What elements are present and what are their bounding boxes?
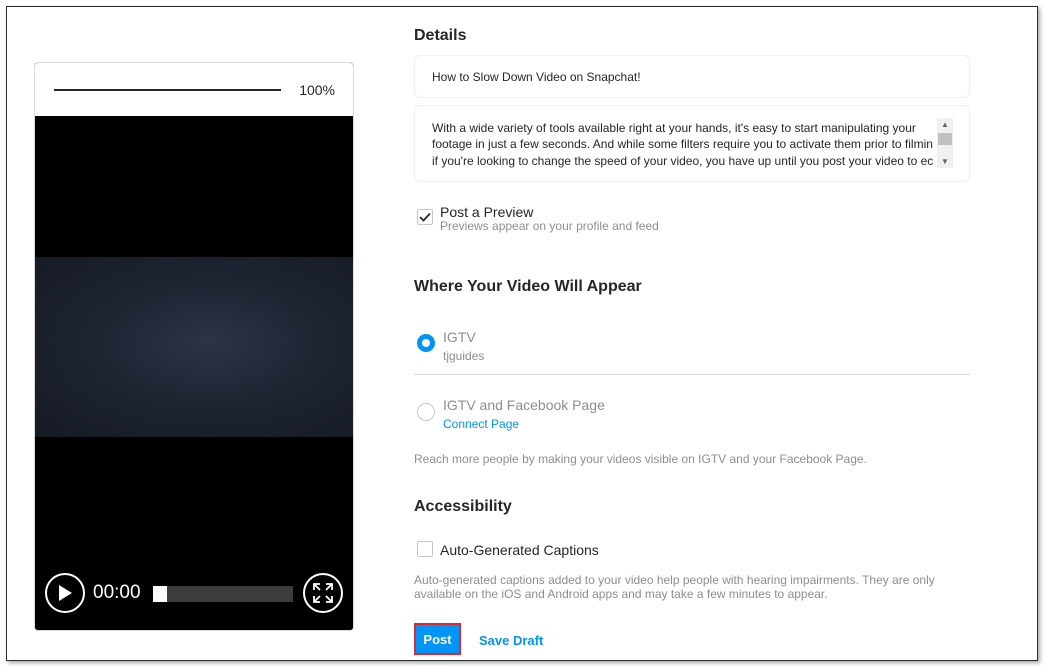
title-input[interactable] [414,55,970,98]
playback-scrubber[interactable] [153,586,293,602]
scroll-up-icon[interactable]: ▲ [937,118,953,131]
captions-note: Auto-generated captions added to your vi… [414,573,935,601]
video-controls: 00:00 [35,572,353,630]
captions-label: Auto-Generated Captions [440,542,599,558]
option-igtv-facebook-label: IGTV and Facebook Page [443,397,605,413]
description-scrollbar[interactable]: ▲ ▼ [937,118,953,168]
accessibility-heading: Accessibility [414,498,512,515]
post-preview-label: Post a Preview [440,204,534,220]
where-note: Reach more people by making your videos … [414,452,867,466]
post-preview-sublabel: Previews appear on your profile and feed [440,219,659,233]
scroll-down-icon[interactable]: ▼ [937,155,953,168]
upload-percent: 100% [299,82,335,98]
post-button[interactable]: Post [414,623,461,655]
radio-igtv[interactable] [417,334,435,352]
post-preview-checkbox[interactable] [417,209,433,225]
description-textarea[interactable]: With a wide variety of tools available r… [414,105,970,182]
checkmark-icon [419,212,431,222]
details-heading: Details [414,27,467,44]
post-button-label: Post [423,631,452,647]
upload-progress-fill [54,89,281,91]
divider [414,374,970,375]
description-line: if you're looking to change the speed of… [432,153,934,168]
fullscreen-button[interactable] [303,573,343,613]
upload-progress-track [54,89,281,91]
radio-igtv-facebook[interactable] [417,403,435,421]
connect-page-link[interactable]: Connect Page [443,417,519,431]
fullscreen-icon [313,583,333,603]
upload-progress-bar: 100% [35,63,353,116]
scrubber-thumb[interactable] [153,586,167,602]
option-igtv-account: tjguides [443,349,485,363]
captions-checkbox[interactable] [417,541,433,557]
option-igtv-label: IGTV [443,329,476,345]
video-player[interactable]: 00:00 [35,116,353,630]
description-line: With a wide variety of tools available r… [432,121,916,135]
save-draft-button[interactable]: Save Draft [479,633,543,648]
description-text: With a wide variety of tools available r… [432,120,938,172]
where-heading: Where Your Video Will Appear [414,278,642,295]
play-icon [59,585,72,601]
playback-time: 00:00 [93,582,141,603]
video-frame [35,257,353,437]
captions-note-line: available on the iOS and Android apps an… [414,587,828,601]
upload-window: 100% 00:00 Details How to Slow Down Vide… [6,6,1038,661]
scrollbar-thumb[interactable] [938,133,952,145]
video-preview-panel: 100% 00:00 [34,62,354,631]
captions-note-line: Auto-generated captions added to your vi… [414,573,935,587]
play-button[interactable] [45,573,85,613]
description-line: footage in just a few seconds. And while… [432,137,933,152]
